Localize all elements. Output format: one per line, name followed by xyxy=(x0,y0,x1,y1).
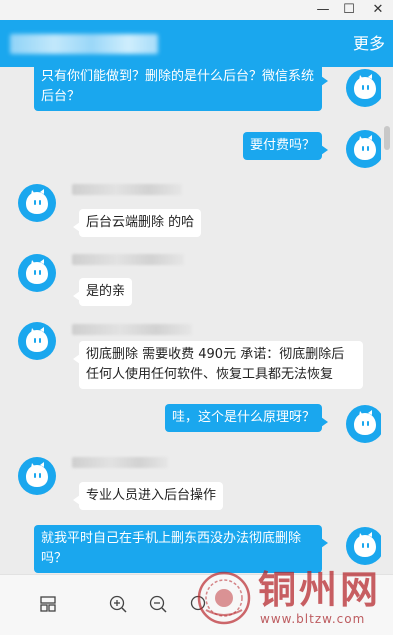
sender-name-redacted xyxy=(72,254,184,265)
zoom-in-icon[interactable] xyxy=(105,591,131,617)
search-icon[interactable] xyxy=(186,591,212,617)
maximize-button[interactable]: ☐ xyxy=(336,0,362,20)
contact-avatar-icon[interactable] xyxy=(18,457,56,495)
contact-avatar-icon[interactable] xyxy=(18,322,56,360)
message-list[interactable]: 只有你们能做到？删除的是什么后台？微信系统后台？ 要付费吗？ 后台云端删除 的哈 xyxy=(8,67,381,574)
sender-name-redacted xyxy=(72,457,168,468)
close-button[interactable]: ✕ xyxy=(365,0,391,20)
message-bubble-outgoing[interactable]: 要付费吗？ xyxy=(242,132,329,160)
message-bubble-incoming[interactable]: 彻底删除 需要收费 490元 承诺：彻底删除后任何人使用任何软件、恢复工具都无法… xyxy=(73,341,363,389)
message-bubble-outgoing[interactable]: 哇，这个是什么原理呀？ xyxy=(164,404,329,432)
my-avatar-icon[interactable] xyxy=(346,69,381,107)
layout-icon[interactable] xyxy=(35,591,61,617)
contact-name-redacted xyxy=(10,34,158,54)
sender-name-redacted xyxy=(72,324,192,335)
my-avatar-icon[interactable] xyxy=(346,405,381,443)
my-avatar-icon[interactable] xyxy=(346,527,381,565)
bottom-toolbar xyxy=(0,574,393,635)
more-button[interactable]: 更多 xyxy=(353,34,385,54)
scrollbar-thumb[interactable] xyxy=(384,126,390,150)
message-bubble-incoming[interactable]: 是的亲 xyxy=(72,278,133,306)
contact-avatar-icon[interactable] xyxy=(18,254,56,292)
message-bubble-outgoing[interactable]: 只有你们能做到？删除的是什么后台？微信系统后台？ xyxy=(34,67,328,111)
message-bubble-incoming[interactable]: 专业人员进入后台操作 xyxy=(72,482,224,510)
sender-name-redacted xyxy=(72,184,182,195)
my-avatar-icon[interactable] xyxy=(346,130,381,168)
contact-avatar-icon[interactable] xyxy=(18,184,56,222)
message-bubble-incoming[interactable]: 后台云端删除 的哈 xyxy=(72,209,202,237)
window-titlebar: — ☐ ✕ xyxy=(0,0,393,20)
message-bubble-outgoing[interactable]: 就我平时自己在手机上删东西没办法彻底删除吗？ xyxy=(34,525,328,573)
zoom-out-icon[interactable] xyxy=(145,591,171,617)
chat-header: 更多 xyxy=(0,20,393,67)
minimize-button[interactable]: — xyxy=(310,0,336,20)
